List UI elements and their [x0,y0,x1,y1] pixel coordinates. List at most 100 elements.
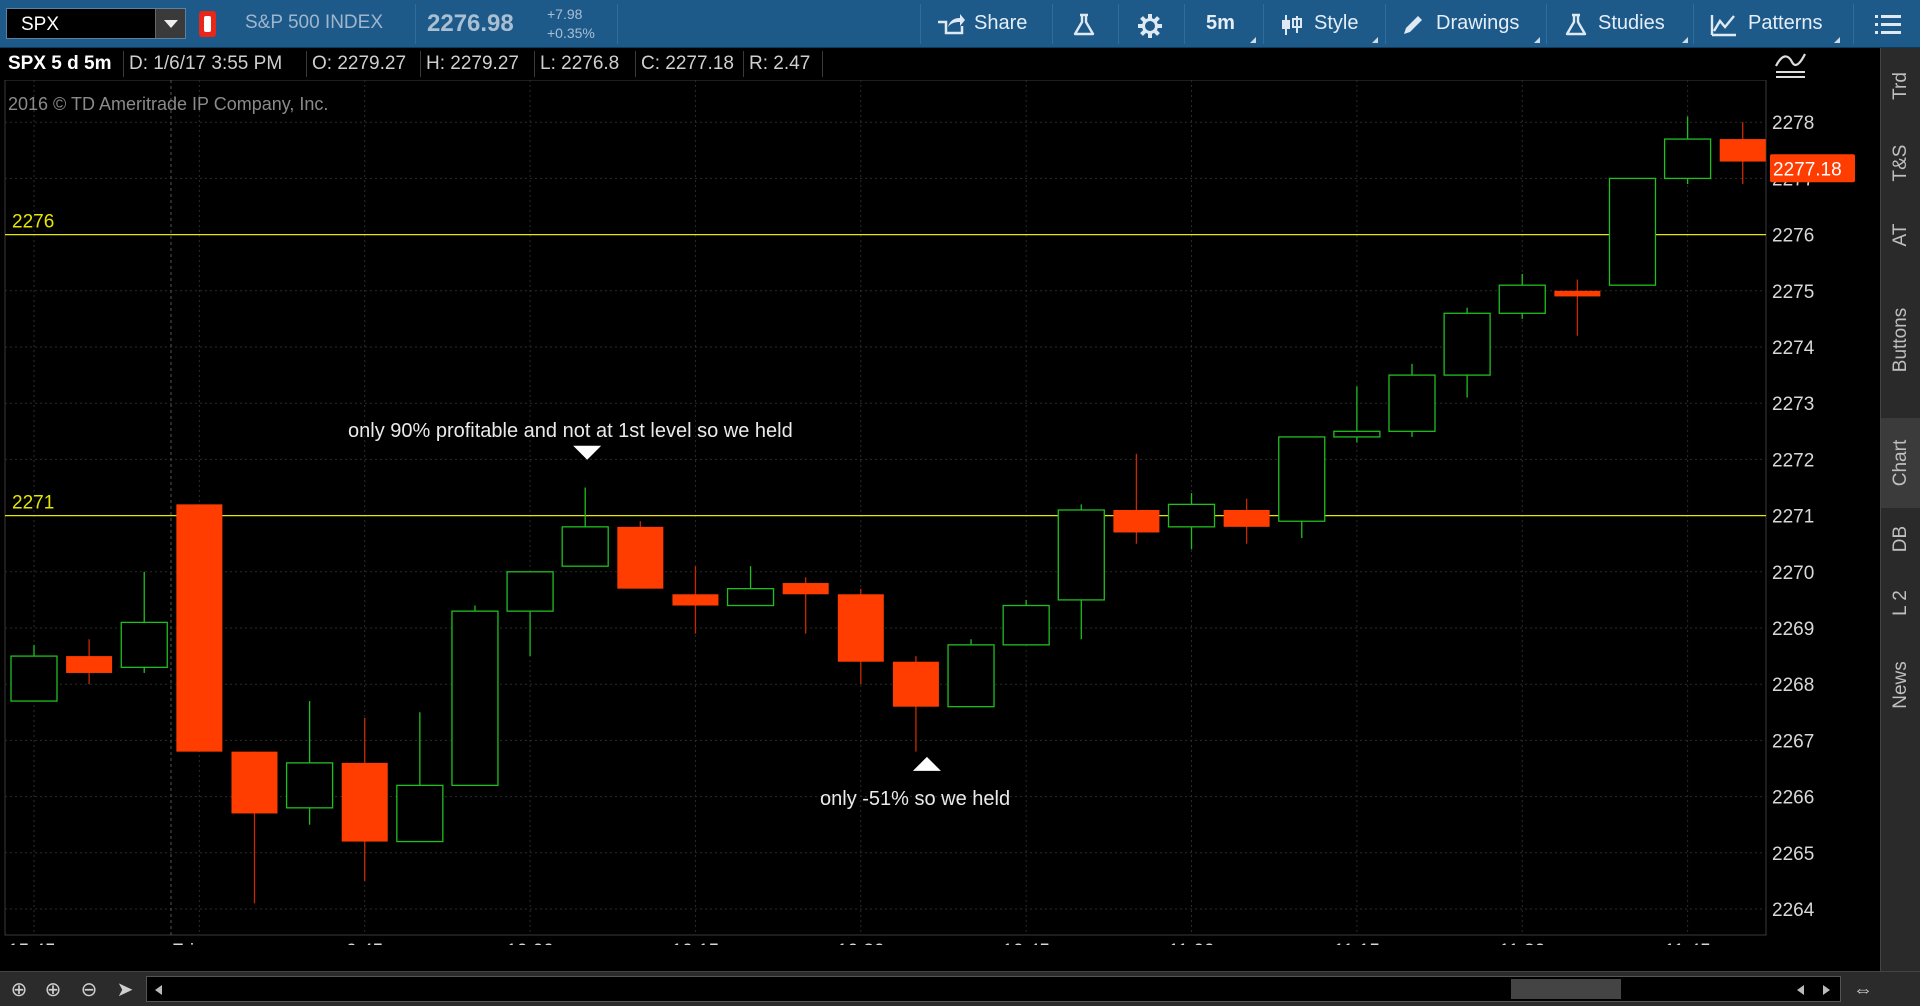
scroll-left-icon[interactable] [155,985,162,995]
price-chart[interactable]: 2276 2271 2264 2265 2266 2267 2268 2269 2270 2271… [0,80,1875,945]
copyright-text: 2016 © TD Ameritrade IP Company, Inc. [8,94,329,114]
candle-body [1167,503,1216,528]
y-tick-label: 2265 [1772,844,1814,865]
flask-icon [1565,13,1587,36]
candle-body [1002,604,1050,646]
divider [1853,4,1854,44]
study-lines-icon[interactable] [1772,50,1808,80]
x-tick-label: 11:00 [1168,941,1214,945]
divider [822,51,823,77]
studies-button[interactable]: Studies [1554,0,1690,48]
gear-icon [1138,14,1162,38]
crosshair-icon[interactable]: ⊕ [6,977,32,1003]
share-icon [938,14,965,35]
y-tick-label: 2278 [1772,113,1814,134]
corner-arrow-icon [1534,37,1540,43]
expand-icon[interactable]: ⇔ [1846,977,1880,1003]
tab-news[interactable]: News [1881,640,1920,730]
y-tick-label: 2274 [1772,338,1815,359]
candle-body [1663,138,1712,180]
tab-chart[interactable]: Chart [1881,418,1920,508]
corner-arrow-icon [1372,37,1378,43]
percent-change: +0.35% [547,25,595,41]
candle [1388,363,1436,437]
x-tick-label: 15:45 [8,941,56,945]
level-line-label: 2276 [12,212,54,233]
bar-date: D: 1/6/17 3:55 PM [129,53,283,74]
candle-body [1223,509,1270,527]
y-tick-label: 2269 [1772,619,1814,640]
x-tick-label: 10:15 [672,941,720,945]
candle-body [1608,177,1657,286]
symbol-input[interactable]: SPX [21,14,59,36]
zoom-in-icon[interactable]: ⊕ [40,977,66,1003]
corner-arrow-icon [1834,37,1840,43]
flask-icon [1073,13,1095,36]
scroll-thumb[interactable] [1511,979,1621,999]
candle [1608,177,1657,286]
candle-body [1278,436,1326,522]
divider [420,51,421,77]
candle-body [617,526,664,589]
level-line-label: 2271 [12,493,54,514]
tab-trd[interactable]: Trd [1881,56,1920,116]
candle [176,504,223,752]
candle-body [66,656,113,673]
bar-low: L: 2276.8 [540,53,620,74]
share-button[interactable]: Share [930,0,1040,48]
candle-body [672,594,719,606]
candle [617,521,664,589]
divider [415,4,416,44]
top-toolbar: SPX S&P 500 INDEX 2276.98 +7.98 +0.35% S… [0,0,1920,48]
corner-arrow-icon [1682,37,1688,43]
bar-high: H: 2279.27 [426,53,519,74]
candle-body [1057,509,1105,601]
divider [306,51,307,77]
candlestick-chart[interactable]: 2276 2271 2264 2265 2266 2267 2268 2269 2270 2271… [0,80,1875,945]
candle-body [1113,509,1160,533]
tab-at[interactable]: AT [1881,210,1920,260]
cursor-icon[interactable]: ➤ [112,977,138,1003]
candle [947,639,995,708]
patterns-button[interactable]: Patterns [1700,0,1842,48]
candle-body [561,526,609,567]
divider [534,51,535,77]
tab-db[interactable]: DB [1881,514,1920,564]
settings-button[interactable] [1126,0,1176,48]
tab-time-and-sales[interactable]: T&S [1881,128,1920,198]
flask-button[interactable] [1060,0,1110,48]
candlestick-icon [1282,15,1302,35]
candle-body [726,588,775,607]
bar-open: O: 2279.27 [312,53,407,74]
bottom-bar: ⊕ ⊕ ⊖ ➤ ⇔ [0,971,1920,1006]
drawings-button[interactable]: Drawings [1392,0,1542,48]
scroll-back-icon[interactable] [1797,985,1804,995]
net-change: +7.98 [547,6,583,22]
divider [1263,4,1264,44]
y-tick-label: 2272 [1772,450,1814,471]
tab-buttons[interactable]: Buttons [1881,270,1920,410]
pencil-icon [1404,16,1422,34]
menu-button[interactable] [1862,0,1914,48]
y-tick-label: 2268 [1772,675,1814,696]
candle-body [285,762,334,809]
symbol-selector[interactable]: SPX [6,8,186,39]
chart-symbol-period[interactable]: SPX 5 d 5m [8,52,112,77]
alert-icon[interactable] [199,11,216,37]
x-tick-label: 10:00 [506,941,554,945]
zoom-out-icon[interactable]: ⊖ [76,977,102,1003]
x-tick-label: 11:45 [1665,941,1711,945]
candle-body [1554,290,1601,297]
candle-body [341,762,388,842]
chevron-down-icon[interactable] [155,9,185,38]
timeframe-button[interactable]: 5m [1192,0,1258,48]
candle-body [120,621,168,668]
tab-level-2[interactable]: L 2 [1881,573,1920,633]
candle-body [837,594,884,662]
divider [1546,4,1547,44]
divider [743,51,744,77]
style-button[interactable]: Style [1270,0,1380,48]
scroll-right-icon[interactable] [1823,985,1830,995]
horizontal-scrollbar[interactable] [146,976,1841,1002]
candle-body [10,655,58,702]
